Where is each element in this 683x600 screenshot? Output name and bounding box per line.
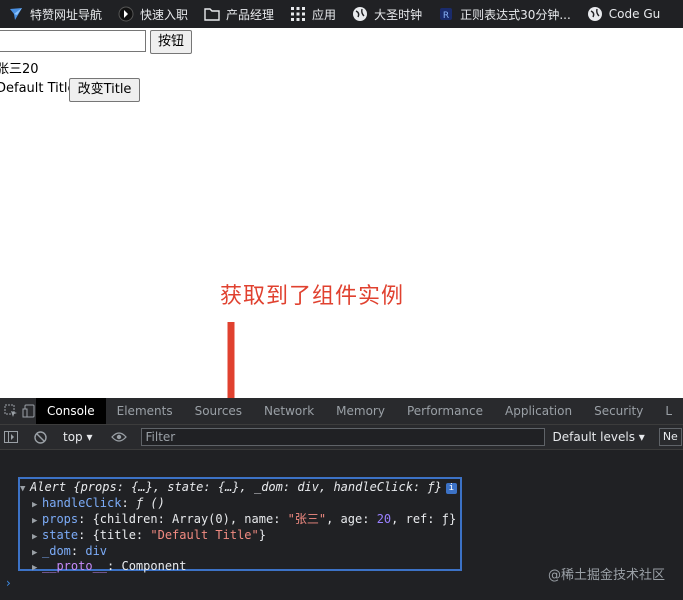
title-text: Default Title xyxy=(0,81,76,96)
bookmark-label: Code Gu xyxy=(608,7,661,21)
inspect-element-icon[interactable] xyxy=(4,398,18,424)
object-property-row[interactable]: ▶ handleClick: ƒ () xyxy=(32,495,165,511)
device-toolbar-icon[interactable] xyxy=(22,398,36,424)
tezign-icon xyxy=(8,6,24,22)
bookmark-label: 快速入职 xyxy=(140,7,189,22)
bookmark-code[interactable]: Code Gu xyxy=(579,0,668,28)
object-property-row[interactable]: ▶ _dom: div xyxy=(32,543,107,559)
bookmark-onboarding[interactable]: 快速入职 xyxy=(110,0,196,28)
console-object-entry[interactable]: ▼ Alert {props: {…}, state: {…}, _dom: di… xyxy=(18,477,462,574)
expand-triangle-icon[interactable]: ▶ xyxy=(32,560,42,576)
tab-memory[interactable]: Memory xyxy=(325,398,396,424)
page-content: 按钮 张三20 Default Title 改变Title xyxy=(0,28,683,398)
tab-performance[interactable]: Performance xyxy=(396,398,494,424)
bookmark-pm[interactable]: 产品经理 xyxy=(196,0,282,28)
change-title-button[interactable]: 改变Title xyxy=(69,78,140,102)
bookmark-clock[interactable]: 大圣时钟 xyxy=(344,0,430,28)
devtools-tabbar: Console Elements Sources Network Memory … xyxy=(0,398,683,425)
svg-text:R: R xyxy=(443,11,449,21)
tab-console[interactable]: Console xyxy=(36,398,106,424)
object-property-row[interactable]: ▶ props: {children: Array(0), name: "张三",… xyxy=(32,511,456,527)
tab-security[interactable]: Security xyxy=(583,398,654,424)
clear-console-icon[interactable] xyxy=(34,425,47,449)
folder-icon xyxy=(204,6,220,22)
globe-icon xyxy=(352,6,368,22)
apps-grid-icon xyxy=(290,6,306,22)
bookmark-tezign[interactable]: 特赞网址导航 xyxy=(0,0,110,28)
live-expression-eye-icon[interactable] xyxy=(110,425,127,449)
tab-network[interactable]: Network xyxy=(253,398,325,424)
bookmark-label: 应用 xyxy=(312,7,337,22)
bookmark-regex[interactable]: R 正则表达式30分钟... xyxy=(430,0,579,28)
object-summary[interactable]: ▼ Alert {props: {…}, state: {…}, _dom: di… xyxy=(20,479,457,495)
annotation-text: 获取到了组件实例 xyxy=(220,284,405,309)
tab-sources[interactable]: Sources xyxy=(184,398,253,424)
bookmark-label: 正则表达式30分钟... xyxy=(460,7,571,22)
tab-lighthouse[interactable]: L xyxy=(654,398,683,424)
text-input[interactable] xyxy=(0,30,146,52)
expand-triangle-icon[interactable]: ▼ xyxy=(20,481,30,497)
bookmark-label: 特赞网址导航 xyxy=(30,7,103,22)
console-toolbar: top ▾ Default levels ▾ Ne xyxy=(0,425,683,450)
console-output: ▼ Alert {props: {…}, state: {…}, _dom: di… xyxy=(0,450,683,600)
object-property-row[interactable]: ▶ state: {title: "Default Title"} xyxy=(32,527,266,543)
devtools-panel: Console Elements Sources Network Memory … xyxy=(0,398,683,600)
log-levels-select[interactable]: Default levels ▾ xyxy=(553,425,645,449)
circle-logo-icon xyxy=(118,6,134,22)
tab-application[interactable]: Application xyxy=(494,398,583,424)
bookmark-label: 大圣时钟 xyxy=(374,7,423,22)
context-select[interactable]: top ▾ xyxy=(63,425,93,449)
globe-icon xyxy=(587,6,603,22)
sidebar-toggle-icon[interactable] xyxy=(4,425,18,449)
bookmark-logo-icon: R xyxy=(438,6,454,22)
bookmark-label: 产品经理 xyxy=(226,7,275,22)
watermark-text: @稀土掘金技术社区 xyxy=(547,568,665,583)
console-prompt[interactable]: › xyxy=(6,576,11,590)
submit-button[interactable]: 按钮 xyxy=(150,30,192,54)
object-property-row[interactable]: ▶ __proto__: Component xyxy=(32,558,187,574)
filter-input[interactable] xyxy=(140,428,545,446)
info-icon[interactable]: i xyxy=(445,483,457,494)
tab-elements[interactable]: Elements xyxy=(106,398,184,424)
name-age-text: 张三20 xyxy=(0,62,39,77)
bookmarks-bar: 特赞网址导航 快速入职 产品经理 应用 大圣时钟 R 正则表达式30分钟... … xyxy=(0,0,683,28)
issues-button[interactable]: Ne xyxy=(658,428,682,446)
bookmark-apps[interactable]: 应用 xyxy=(282,0,344,28)
